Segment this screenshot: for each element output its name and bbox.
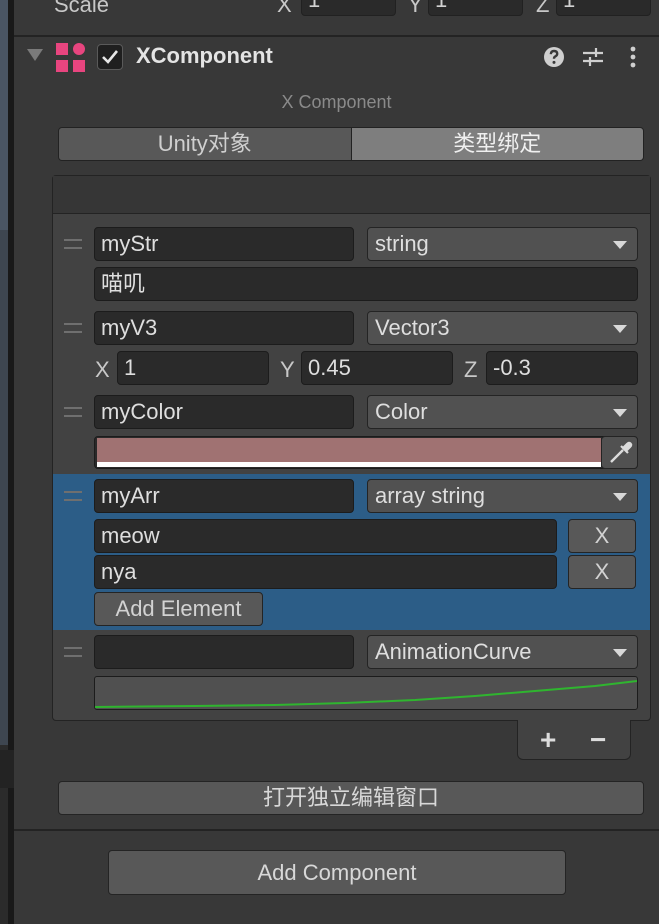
scale-x-label: X — [277, 0, 292, 17]
item-name-field[interactable]: myV3 — [94, 311, 354, 345]
curve-preview — [95, 680, 637, 708]
drag-handle-icon[interactable] — [64, 239, 82, 249]
item-type-label: Vector3 — [375, 315, 450, 340]
dock-tab[interactable] — [0, 750, 14, 788]
vector-y-label: Y — [280, 357, 295, 382]
vector-z-label: Z — [464, 357, 478, 382]
preset-icon[interactable] — [581, 45, 605, 69]
add-element-button[interactable]: Add Element — [94, 592, 263, 626]
add-component-button[interactable]: Add Component — [108, 850, 566, 895]
remove-element-button[interactable]: X — [568, 519, 636, 553]
item-type-label: string — [375, 231, 429, 256]
item-type-label: Color — [375, 399, 428, 424]
item-type-label: AnimationCurve — [375, 639, 532, 664]
remove-element-button[interactable]: X — [568, 555, 636, 589]
item-name-field[interactable]: myColor — [94, 395, 354, 429]
list-header — [53, 176, 650, 214]
scale-z-label: Z — [536, 0, 550, 17]
scale-x-field[interactable]: 1 — [301, 0, 396, 16]
component-header[interactable]: XComponent — [14, 37, 659, 77]
eyedropper-button[interactable] — [601, 436, 638, 469]
binding-list: myStr string 喵叽 myV3 Vector3 X 1 Y 0.45 … — [52, 175, 651, 721]
array-element-field[interactable]: nya — [94, 555, 557, 589]
section-separator — [14, 829, 659, 831]
tab-unity-objects[interactable]: Unity对象 — [59, 128, 352, 160]
drag-handle-icon[interactable] — [64, 323, 82, 333]
item-name-field[interactable] — [94, 635, 354, 669]
drag-handle-icon[interactable] — [64, 491, 82, 501]
chevron-down-icon — [613, 241, 627, 249]
color-field[interactable] — [94, 436, 638, 469]
item-type-dropdown[interactable]: AnimationCurve — [367, 635, 638, 669]
item-type-dropdown[interactable]: string — [367, 227, 638, 261]
help-icon[interactable] — [542, 45, 566, 69]
scale-z-field[interactable]: 1 — [556, 0, 651, 16]
vector-x-label: X — [95, 357, 110, 382]
component-title: XComponent — [136, 43, 273, 68]
color-swatch — [97, 438, 601, 462]
add-item-button[interactable]: + — [540, 724, 556, 756]
eyedropper-icon — [610, 441, 633, 463]
scale-y-field[interactable]: 1 — [428, 0, 523, 16]
kebab-menu-icon[interactable] — [621, 45, 645, 69]
chevron-down-icon — [613, 409, 627, 417]
scene-view-ground — [0, 230, 8, 745]
tab-bar: Unity对象 类型绑定 — [58, 127, 644, 161]
item-type-dropdown[interactable]: array string — [367, 479, 638, 513]
item-type-dropdown[interactable]: Vector3 — [367, 311, 638, 345]
item-type-dropdown[interactable]: Color — [367, 395, 638, 429]
array-element-field[interactable]: meow — [94, 519, 557, 553]
drag-handle-icon[interactable] — [64, 407, 82, 417]
transform-scale-row: Scale X 1 Y 1 Z 1 — [14, 0, 659, 18]
scale-y-label: Y — [408, 0, 423, 17]
component-subtitle: X Component — [281, 92, 392, 112]
item-name-field[interactable]: myStr — [94, 227, 354, 261]
scene-view-edge — [0, 0, 14, 924]
tab-type-binding[interactable]: 类型绑定 — [351, 128, 643, 160]
chevron-down-icon — [613, 493, 627, 501]
remove-item-button[interactable]: − — [590, 724, 606, 756]
vector-z-field[interactable]: -0.3 — [486, 351, 638, 385]
list-footer: + − — [517, 720, 631, 760]
inspector-panel: Scale X 1 Y 1 Z 1 XComponent — [14, 0, 659, 924]
foldout-arrow-icon[interactable] — [27, 49, 43, 61]
component-icon — [56, 43, 86, 73]
scale-label: Scale — [54, 0, 110, 17]
open-editor-window-button[interactable]: 打开独立编辑窗口 — [58, 781, 644, 815]
string-value-field[interactable]: 喵叽 — [94, 267, 638, 301]
checkmark-icon — [102, 50, 119, 64]
chevron-down-icon — [613, 649, 627, 657]
drag-handle-icon[interactable] — [64, 647, 82, 657]
component-enabled-checkbox[interactable] — [97, 44, 123, 70]
animation-curve-field[interactable] — [94, 676, 638, 710]
alpha-bar — [97, 462, 601, 467]
vector-y-field[interactable]: 0.45 — [301, 351, 453, 385]
item-type-label: array string — [375, 483, 486, 508]
vector-x-field[interactable]: 1 — [117, 351, 269, 385]
chevron-down-icon — [613, 325, 627, 333]
item-name-field[interactable]: myArr — [94, 479, 354, 513]
